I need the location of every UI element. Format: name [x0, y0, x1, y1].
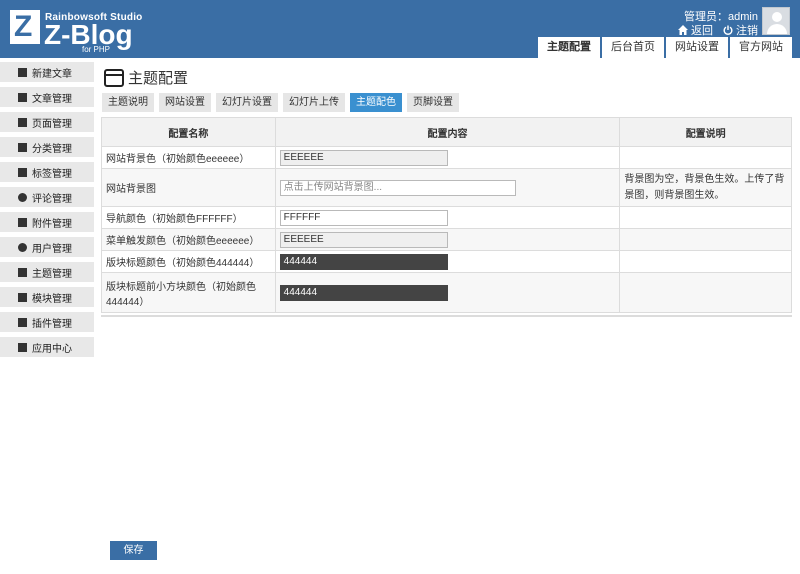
sidebar-item-plugins[interactable]: 插件管理 — [0, 312, 94, 332]
table-row: 网站背景色（初始颜色eeeeee） EEEEEE — [101, 146, 792, 169]
power-icon — [723, 25, 733, 35]
tag-icon — [18, 167, 27, 177]
sidebar: 新建文章 文章管理 页面管理 分类管理 标签管理 评论管理 附件管理 用户管理 … — [0, 62, 94, 362]
admin-page: Z Rainbowsoft Studio Z-Blog for PHP 管理员：… — [0, 0, 800, 574]
sidebar-item-users[interactable]: 用户管理 — [0, 237, 94, 257]
sidebar-item-modules[interactable]: 模块管理 — [0, 287, 94, 307]
config-explain — [619, 146, 792, 169]
col-header-content: 配置内容 — [274, 117, 621, 147]
block-title-color-input[interactable]: 444444 — [279, 253, 448, 270]
config-name: 版块标题前小方块颜色（初始颜色444444） — [101, 272, 276, 313]
tab-theme-intro[interactable]: 主题说明 — [102, 93, 154, 112]
articles-icon — [18, 92, 27, 102]
comment-icon — [18, 192, 27, 202]
home-icon — [678, 25, 688, 35]
config-name: 网站背景色（初始颜色eeeeee） — [101, 146, 276, 169]
config-name: 版块标题颜色（初始颜色444444） — [101, 250, 276, 273]
logo-icon: Z — [10, 10, 40, 44]
topnav-theme-config[interactable]: 主题配置 — [538, 37, 600, 58]
config-explain — [619, 272, 792, 313]
brand-sub: for PHP — [82, 45, 111, 54]
theme-icon — [18, 267, 27, 277]
sidebar-item-app-center[interactable]: 应用中心 — [0, 337, 94, 357]
sidebar-item-categories[interactable]: 分类管理 — [0, 137, 94, 157]
sidebar-item-attachments[interactable]: 附件管理 — [0, 212, 94, 232]
sidebar-item-themes[interactable]: 主题管理 — [0, 262, 94, 282]
back-link[interactable]: 返回 — [678, 22, 713, 38]
config-table: 配置名称 配置内容 配置说明 网站背景色（初始颜色eeeeee） EEEEEE … — [101, 117, 792, 313]
appcenter-icon — [18, 342, 27, 352]
config-name: 导航颜色（初始颜色FFFFFF） — [101, 206, 276, 229]
user-icon — [18, 242, 27, 252]
tab-footer-settings[interactable]: 页脚设置 — [407, 93, 459, 112]
top-header: Z Rainbowsoft Studio Z-Blog for PHP 管理员：… — [0, 0, 800, 58]
page-title-wrap: 主题配置 — [104, 67, 188, 88]
table-bottom-border — [101, 315, 792, 317]
table-row: 导航颜色（初始颜色FFFFFF） FFFFFF — [101, 206, 792, 229]
table-row: 菜单触发颜色（初始颜色eeeeee） EEEEEE — [101, 228, 792, 251]
sidebar-item-pages[interactable]: 页面管理 — [0, 112, 94, 132]
admin-actions: 返回 注销 — [678, 22, 758, 38]
tab-slide-settings[interactable]: 幻灯片设置 — [216, 93, 278, 112]
table-header-row: 配置名称 配置内容 配置说明 — [101, 117, 792, 147]
table-row: 版块标题颜色（初始颜色444444） 444444 — [101, 250, 792, 273]
sidebar-item-articles[interactable]: 文章管理 — [0, 87, 94, 107]
attachment-icon — [18, 217, 27, 227]
config-explain — [619, 228, 792, 251]
tab-slide-upload[interactable]: 幻灯片上传 — [283, 93, 345, 112]
topnav-dashboard[interactable]: 后台首页 — [602, 37, 664, 58]
col-header-explain: 配置说明 — [619, 117, 792, 147]
module-icon — [18, 292, 27, 302]
bg-color-input[interactable]: EEEEEE — [279, 149, 448, 166]
config-name: 菜单触发颜色（初始颜色eeeeee） — [101, 228, 276, 251]
topnav-site-settings[interactable]: 网站设置 — [666, 37, 728, 58]
folder-icon — [18, 142, 27, 152]
page-icon — [18, 117, 27, 127]
tab-site-settings[interactable]: 网站设置 — [159, 93, 211, 112]
config-explain: 背景图为空，背景色生效。上传了背景图，则背景图生效。 — [619, 168, 792, 207]
top-nav: 主题配置 后台首页 网站设置 官方网站 — [538, 37, 792, 58]
col-header-name: 配置名称 — [101, 117, 276, 147]
topnav-official-site[interactable]: 官方网站 — [730, 37, 792, 58]
sidebar-item-new-article[interactable]: 新建文章 — [0, 62, 94, 82]
sidebar-item-tags[interactable]: 标签管理 — [0, 162, 94, 182]
block-square-color-input[interactable]: 444444 — [279, 284, 448, 301]
config-explain — [619, 250, 792, 273]
config-tabs: 主题说明 网站设置 幻灯片设置 幻灯片上传 主题配色 页脚设置 — [102, 93, 459, 112]
tab-theme-colors[interactable]: 主题配色 — [350, 93, 402, 112]
window-icon — [104, 68, 124, 87]
menu-hover-color-input[interactable]: EEEEEE — [279, 231, 448, 248]
logout-link[interactable]: 注销 — [723, 22, 758, 38]
edit-icon — [18, 67, 27, 77]
config-explain — [619, 206, 792, 229]
table-row: 版块标题前小方块颜色（初始颜色444444） 444444 — [101, 272, 792, 313]
config-name: 网站背景图 — [101, 168, 276, 207]
table-row: 网站背景图 点击上传网站背景图... 背景图为空，背景色生效。上传了背景图，则背… — [101, 168, 792, 207]
save-button[interactable]: 保存 — [110, 541, 157, 560]
plugin-icon — [18, 317, 27, 327]
page-title: 主题配置 — [128, 70, 189, 87]
nav-color-input[interactable]: FFFFFF — [279, 209, 448, 226]
bg-image-upload-input[interactable]: 点击上传网站背景图... — [279, 179, 516, 196]
sidebar-item-comments[interactable]: 评论管理 — [0, 187, 94, 207]
avatar[interactable] — [762, 7, 790, 35]
